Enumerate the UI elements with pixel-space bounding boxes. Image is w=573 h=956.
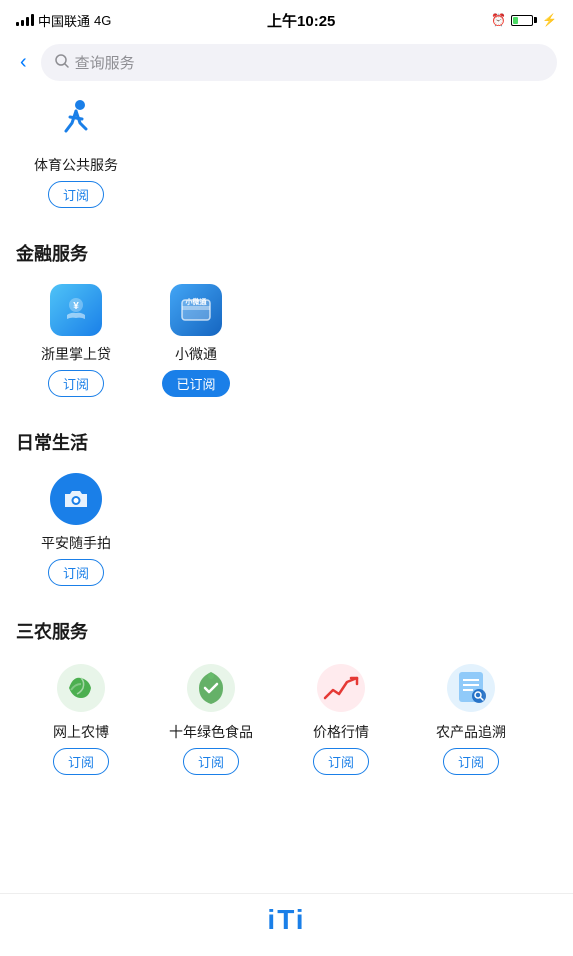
- luse-shipin-name: 十年绿色食品: [169, 722, 253, 742]
- jiage-hangqing-subscribe-button[interactable]: 订阅: [313, 748, 369, 775]
- list-item: 网上农博 订阅: [16, 660, 146, 775]
- wangshang-nongbo-subscribe-button[interactable]: 订阅: [53, 748, 109, 775]
- back-button[interactable]: ‹: [16, 51, 31, 74]
- sports-grid: 体育公共服务 订阅: [16, 93, 557, 208]
- jiage-hangqing-icon: [313, 660, 369, 716]
- xiaoweitong-icon: 小微通: [168, 282, 224, 338]
- nongchanpin-zhuisu-subscribe-button[interactable]: 订阅: [443, 748, 499, 775]
- list-item: 体育公共服务 订阅: [16, 93, 136, 208]
- camera-subscribe-button[interactable]: 订阅: [48, 559, 104, 586]
- network-label: 4G: [94, 13, 111, 28]
- nongchanpin-zhuisu-icon: [443, 660, 499, 716]
- search-header: ‹ 查询服务: [0, 36, 573, 93]
- xiaoweitong-subscribed-button[interactable]: 已订阅: [162, 370, 229, 397]
- luse-shipin-subscribe-button[interactable]: 订阅: [183, 748, 239, 775]
- luse-shipin-icon: [183, 660, 239, 716]
- xiaoweitong-name: 小微通: [175, 344, 217, 364]
- list-item: 价格行情 订阅: [276, 660, 406, 775]
- agriculture-title: 三农服务: [16, 614, 557, 644]
- zhanshang-icon: ¥: [48, 282, 104, 338]
- sports-public-subscribe-button[interactable]: 订阅: [48, 181, 104, 208]
- section-sports: 体育公共服务 订阅: [16, 93, 557, 208]
- section-daily: 日常生活 平安随手拍 订阅: [16, 425, 557, 586]
- search-bar[interactable]: 查询服务: [41, 44, 557, 81]
- main-content: 体育公共服务 订阅 金融服务 ¥: [0, 93, 573, 775]
- list-item: 小微通 小微通 已订阅: [136, 282, 256, 397]
- brand-text: iTi: [267, 904, 305, 936]
- zhanshang-name: 浙里掌上贷: [41, 344, 111, 364]
- finance-grid: ¥ 浙里掌上贷 订阅 小微通: [16, 282, 557, 397]
- svg-text:¥: ¥: [73, 301, 79, 312]
- jiage-hangqing-name: 价格行情: [313, 722, 369, 742]
- section-finance: 金融服务 ¥ 浙里掌上贷 订阅: [16, 236, 557, 397]
- lightning-icon: ⚡: [542, 13, 557, 27]
- agriculture-grid: 网上农博 订阅 十年绿色食品 订阅: [16, 660, 557, 775]
- section-agriculture: 三农服务 网上农博 订阅: [16, 614, 557, 775]
- wangshang-nongbo-name: 网上农博: [53, 722, 109, 742]
- status-right: ⏰ ⚡: [491, 13, 557, 27]
- camera-name: 平安随手拍: [41, 533, 111, 553]
- sports-public-icon: [48, 93, 104, 149]
- list-item: 平安随手拍 订阅: [16, 471, 136, 586]
- list-item: ¥ 浙里掌上贷 订阅: [16, 282, 136, 397]
- daily-grid: 平安随手拍 订阅: [16, 471, 557, 586]
- alarm-icon: ⏰: [491, 13, 506, 27]
- battery-icon: [511, 15, 537, 26]
- svg-text:小微通: 小微通: [185, 297, 208, 306]
- wangshang-nongbo-icon: [53, 660, 109, 716]
- list-item: 农产品追溯 订阅: [406, 660, 536, 775]
- daily-title: 日常生活: [16, 425, 557, 455]
- time-label: 上午10:25: [267, 10, 335, 31]
- status-left: 中国联通 4G: [16, 11, 111, 30]
- camera-icon: [48, 471, 104, 527]
- bottom-brand: iTi: [0, 893, 573, 956]
- carrier-label: 中国联通: [38, 11, 90, 30]
- search-icon: [55, 54, 69, 71]
- nongchanpin-zhuisu-name: 农产品追溯: [436, 722, 506, 742]
- status-bar: 中国联通 4G 上午10:25 ⏰ ⚡: [0, 0, 573, 36]
- search-placeholder: 查询服务: [75, 52, 135, 73]
- zhanshang-subscribe-button[interactable]: 订阅: [48, 370, 104, 397]
- signal-icon: [16, 14, 34, 26]
- finance-title: 金融服务: [16, 236, 557, 266]
- list-item: 十年绿色食品 订阅: [146, 660, 276, 775]
- sports-public-name: 体育公共服务: [34, 155, 118, 175]
